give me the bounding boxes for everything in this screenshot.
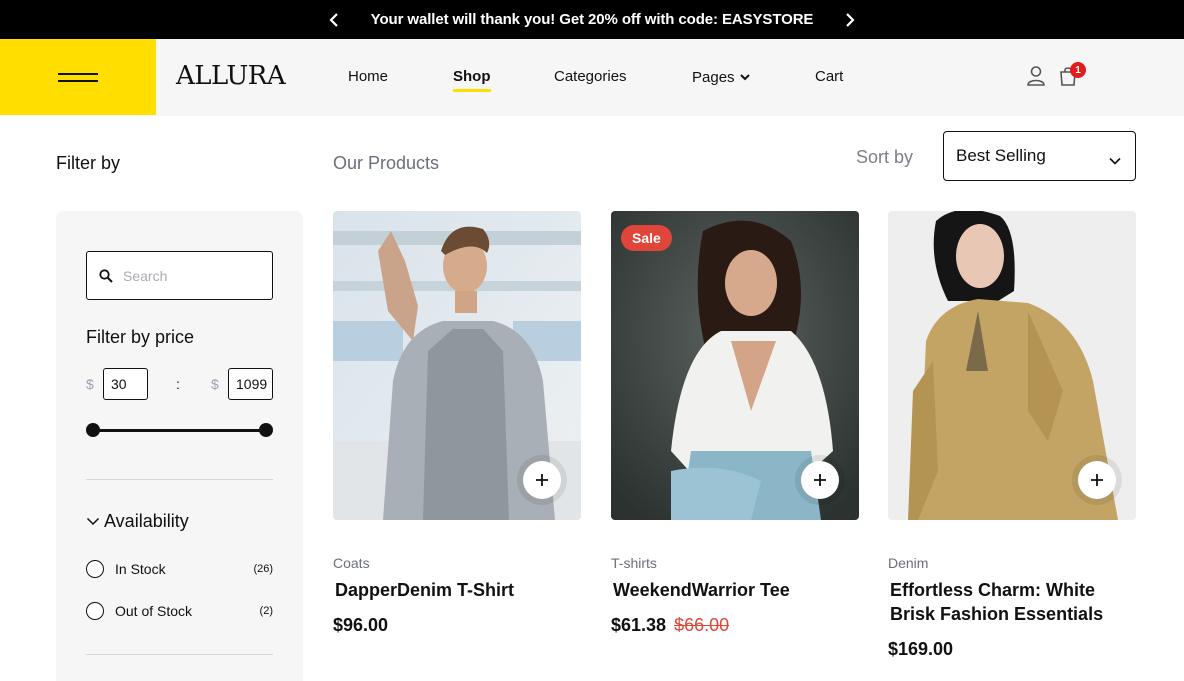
nav-home[interactable]: Home — [348, 68, 388, 85]
filter-option-out-of-stock[interactable]: Out of Stock (2) — [86, 601, 273, 621]
option-label: Out of Stock — [115, 603, 193, 619]
nav-shop-label: Shop — [453, 68, 491, 85]
product-name[interactable]: WeekendWarrior Tee — [613, 578, 857, 602]
site-header: ALLURA Home Shop Categories Pages Cart — [0, 39, 1184, 116]
divider — [86, 654, 273, 655]
nav-cart[interactable]: Cart — [815, 68, 843, 85]
user-icon[interactable] — [1026, 65, 1046, 87]
price-slider-track[interactable] — [93, 429, 266, 432]
nav-shop[interactable]: Shop — [453, 68, 491, 92]
product-price: $61.38 $66.00 — [611, 615, 729, 636]
sale-price: $61.38 — [611, 615, 667, 635]
availability-toggle[interactable]: Availability — [86, 511, 189, 532]
sort-label: Sort by — [856, 147, 914, 167]
price-max-input[interactable]: 1099 — [228, 368, 273, 400]
nav-pages-label: Pages — [692, 69, 735, 86]
product-category: T-shirts — [611, 555, 657, 571]
product-card[interactable]: Coats DapperDenim T-Shirt $96.00 — [333, 211, 581, 635]
chevron-right-icon[interactable] — [839, 9, 861, 31]
product-image[interactable] — [888, 211, 1136, 520]
plus-icon — [814, 474, 826, 486]
divider — [86, 479, 273, 480]
price-slider-max-handle[interactable] — [259, 423, 273, 437]
products-title: Our Products — [333, 153, 440, 173]
chevron-left-icon[interactable] — [323, 9, 345, 31]
product-image[interactable]: Sale — [611, 211, 859, 520]
option-label: In Stock — [115, 561, 166, 577]
sale-badge: Sale — [621, 225, 672, 251]
product-card[interactable]: Denim Effortless Charm: White Brisk Fash… — [888, 211, 1136, 659]
filter-sidebar: Filter by price $ 30 : $ 1099 Availabili… — [56, 211, 303, 681]
nav-pages[interactable]: Pages — [692, 68, 750, 86]
chevron-down-icon — [739, 68, 750, 85]
radio-button[interactable] — [86, 602, 104, 620]
currency-symbol: $ — [86, 376, 94, 392]
plus-icon — [536, 474, 548, 486]
product-name[interactable]: DapperDenim T-Shirt — [335, 578, 579, 602]
chevron-down-icon — [1109, 150, 1121, 170]
option-count: (26) — [253, 563, 273, 575]
price-slider-min-handle[interactable] — [86, 423, 100, 437]
sort-select[interactable]: Best Selling — [943, 131, 1136, 181]
product-price: $169.00 — [888, 639, 954, 659]
product-image[interactable] — [333, 211, 581, 520]
menu-button[interactable] — [0, 39, 156, 115]
product-name[interactable]: Effortless Charm: White Brisk Fashion Es… — [890, 578, 1134, 626]
price-slider-fill — [93, 429, 266, 432]
announcement-bar: Your wallet will thank you! Get 20% off … — [0, 0, 1184, 39]
radio-button[interactable] — [86, 560, 104, 578]
active-underline — [453, 89, 491, 92]
sort-value: Best Selling — [956, 146, 1046, 165]
add-to-cart-button[interactable] — [801, 461, 839, 499]
hamburger-icon — [58, 72, 98, 82]
logo[interactable]: ALLURA — [176, 61, 286, 91]
plus-icon — [1091, 474, 1103, 486]
add-to-cart-button[interactable] — [523, 461, 561, 499]
search-input[interactable] — [123, 267, 263, 284]
announcement-message: Your wallet will thank you! Get 20% off … — [370, 11, 814, 28]
price-filter-title: Filter by price — [86, 327, 195, 347]
product-category: Coats — [333, 555, 370, 571]
price-separator: : — [176, 376, 180, 392]
option-count: (2) — [259, 605, 273, 617]
cart-count-badge: 1 — [1070, 62, 1086, 78]
filter-option-in-stock[interactable]: In Stock (26) — [86, 559, 273, 579]
add-to-cart-button[interactable] — [1078, 461, 1116, 499]
search-icon — [99, 268, 113, 283]
nav-categories[interactable]: Categories — [554, 68, 627, 85]
filter-title: Filter by — [56, 153, 121, 173]
price-min-input[interactable]: 30 — [103, 368, 148, 400]
availability-title: Availability — [104, 511, 189, 531]
chevron-down-icon — [86, 517, 100, 526]
product-price: $96.00 — [333, 615, 389, 635]
original-price: $66.00 — [674, 615, 730, 635]
search-box[interactable] — [86, 251, 273, 300]
product-category: Denim — [888, 555, 929, 571]
product-card[interactable]: Sale T-shirts WeekendWarrior Tee $61.38 $… — [611, 211, 859, 635]
currency-symbol: $ — [211, 376, 219, 392]
